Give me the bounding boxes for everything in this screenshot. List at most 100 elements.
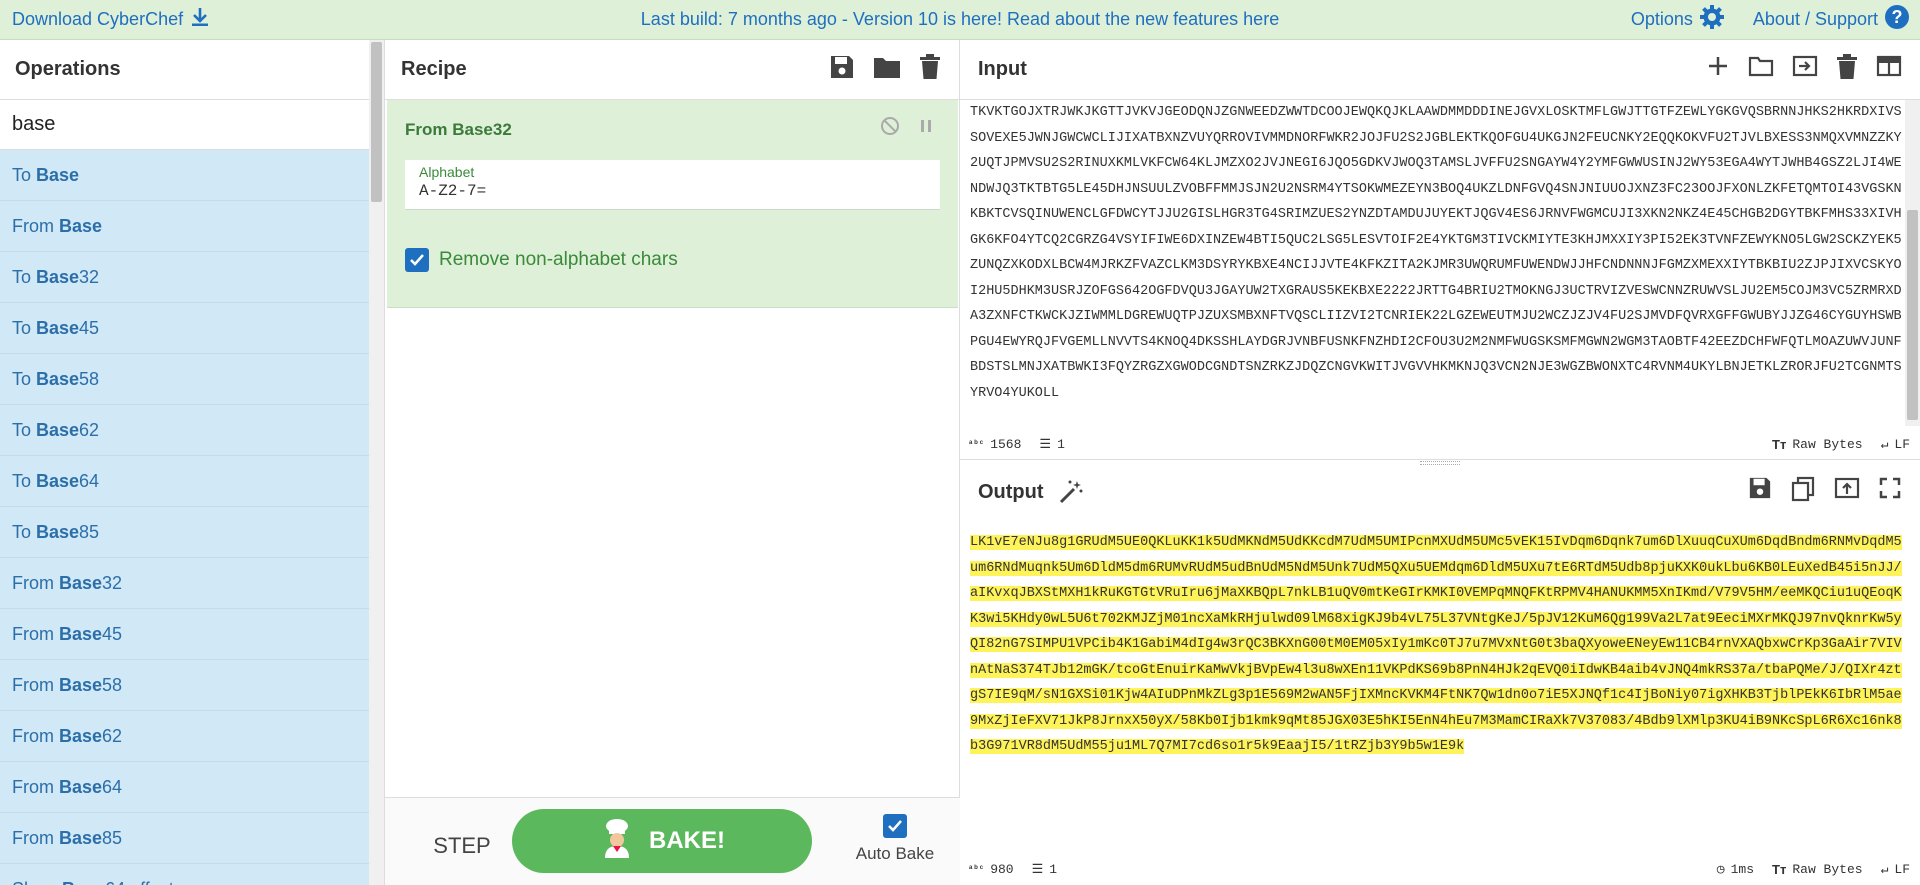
bake-time-stat: ◷ 1ms	[1717, 862, 1754, 877]
output-length: 980	[990, 861, 1014, 877]
operations-scroll-thumb[interactable]	[371, 42, 382, 202]
checkbox-checked-icon[interactable]	[405, 248, 429, 272]
operation-list-item[interactable]: To Base 64	[0, 456, 370, 507]
operation-prefix: To	[12, 317, 37, 338]
remove-non-alphabet-checkbox[interactable]: Remove non-alphabet chars	[405, 248, 678, 272]
clear-recipe-icon[interactable]	[919, 54, 941, 86]
operation-match: Base	[36, 521, 80, 542]
operations-scrollbar[interactable]	[369, 40, 384, 885]
output-text[interactable]: LK1vE7eNJu8g1GRUdM5UE0QKLuKK1k5UdMKNdM5U…	[970, 530, 1905, 786]
magic-wand-icon[interactable]	[1058, 479, 1084, 505]
save-recipe-icon[interactable]	[829, 54, 855, 86]
operation-suffix: 32	[79, 266, 100, 287]
operation-prefix: To	[12, 470, 37, 491]
operation-list-item[interactable]: From Base 62	[0, 711, 370, 762]
operation-list-item[interactable]: From Base 64	[0, 762, 370, 813]
output-eol-button[interactable]: ↵ LF	[1881, 862, 1910, 877]
recipe-operation-from-base32[interactable]: From Base32 Alphabet A-Z2-7= Remove non-…	[387, 100, 958, 308]
operation-prefix: From	[12, 674, 59, 695]
load-recipe-icon[interactable]	[873, 54, 901, 86]
operations-search-input[interactable]: base	[0, 100, 384, 150]
return-icon: ↵	[1880, 436, 1889, 452]
output-time: 1ms	[1730, 861, 1755, 877]
lines-icon: ☰	[1031, 861, 1044, 877]
add-tab-icon[interactable]	[1706, 54, 1730, 86]
operation-prefix: From	[12, 215, 59, 236]
alphabet-field[interactable]: Alphabet A-Z2-7=	[405, 160, 940, 210]
text-size-icon: Tт	[1772, 436, 1787, 452]
output-lines: 1	[1049, 861, 1058, 877]
operations-list: To Base From Base To Base 32 To Base 45 To Bas…	[0, 150, 370, 885]
auto-bake-toggle[interactable]: Auto Bake	[850, 814, 940, 864]
operation-list-item[interactable]: To Base 62	[0, 405, 370, 456]
open-file-icon[interactable]	[1792, 54, 1818, 86]
operation-suffix: 58	[102, 674, 123, 695]
open-folder-icon[interactable]	[1748, 54, 1774, 86]
operation-list-item[interactable]: From Base	[0, 201, 370, 252]
input-scrollbar[interactable]	[1905, 100, 1920, 426]
operation-prefix: To	[12, 164, 37, 185]
help-icon: ?	[1884, 4, 1910, 35]
operation-suffix: 45	[102, 623, 123, 644]
checkbox-checked-icon[interactable]	[883, 814, 907, 838]
input-lines: 1	[1057, 436, 1065, 452]
operation-list-item[interactable]: From Base 32	[0, 558, 370, 609]
operation-list-item[interactable]: To Base 45	[0, 303, 370, 354]
output-encoding-button[interactable]: Tт Raw Bytes	[1772, 862, 1863, 877]
output-title: Output	[978, 480, 1044, 503]
input-textarea[interactable]: TKVKTGOJXTRJWKJKGTTJVKVJGEODQNJZGNWEEDZW…	[970, 100, 1905, 426]
disable-operation-icon[interactable]	[880, 116, 900, 141]
recipe-panel: Recipe From Base32 Alphabet A-Z2-7= Remo…	[385, 40, 960, 885]
operation-list-item[interactable]: Show Base64 offsets	[0, 864, 370, 885]
input-scroll-thumb[interactable]	[1907, 210, 1918, 420]
auto-bake-label: Auto Bake	[855, 844, 935, 863]
operation-suffix: 62	[79, 419, 100, 440]
operation-list-item[interactable]: From Base 58	[0, 660, 370, 711]
input-encoding-button[interactable]: Tт Raw Bytes	[1772, 437, 1863, 452]
operation-prefix: To	[12, 521, 37, 542]
svg-text:?: ?	[1892, 7, 1903, 27]
operation-prefix: To	[12, 266, 37, 287]
output-status-bar: ᵃᵇᶜ 980 ☰ 1 ◷ 1ms Tт Raw Bytes ↵ LF	[960, 853, 1920, 885]
about-support-button[interactable]: About / Support ?	[1753, 4, 1910, 35]
maximize-icon[interactable]	[1878, 476, 1902, 508]
operation-match: Base	[59, 725, 103, 746]
pause-breakpoint-icon[interactable]	[918, 116, 934, 141]
operation-match: Base	[59, 572, 103, 593]
operation-list-item[interactable]: To Base 85	[0, 507, 370, 558]
copy-output-icon[interactable]	[1790, 476, 1816, 508]
operation-list-item[interactable]: To Base 58	[0, 354, 370, 405]
recipe-footer: STEP BAKE! Auto Bake	[385, 797, 960, 885]
build-notice-link[interactable]: Last build: 7 months ago - Version 10 is…	[641, 9, 1279, 29]
operation-match: Base	[36, 266, 80, 287]
bake-button[interactable]: BAKE!	[512, 809, 812, 873]
operation-list-item[interactable]: From Base 85	[0, 813, 370, 864]
operation-list-item[interactable]: From Base 45	[0, 609, 370, 660]
operation-match: Base	[59, 776, 103, 797]
output-eol: LF	[1894, 861, 1910, 877]
options-label: Options	[1630, 9, 1693, 29]
clear-input-icon[interactable]	[1836, 54, 1858, 86]
operation-prefix: From	[12, 725, 59, 746]
save-output-icon[interactable]	[1748, 476, 1772, 508]
options-button[interactable]: Options	[1631, 4, 1725, 35]
operations-title: Operations	[0, 40, 384, 100]
input-eol-button[interactable]: ↵ LF	[1881, 437, 1910, 452]
abc-icon: ᵃᵇᶜ	[968, 864, 985, 874]
output-highlight: LK1vE7eNJu8g1GRUdM5UE0QKLuKK1k5UdMKNdM5U…	[970, 535, 1902, 754]
operation-list-item[interactable]: To Base	[0, 150, 370, 201]
download-label: Download CyberChef	[12, 9, 184, 29]
operation-prefix: To	[12, 419, 37, 440]
alphabet-value[interactable]: A-Z2-7=	[419, 182, 926, 200]
operation-match: Base	[59, 827, 103, 848]
operation-list-item[interactable]: To Base 32	[0, 252, 370, 303]
operation-prefix: From	[12, 623, 59, 644]
download-link[interactable]: Download CyberChef	[12, 7, 209, 32]
operation-match: Base	[36, 164, 80, 185]
step-button[interactable]: STEP	[417, 826, 507, 866]
layout-icon[interactable]	[1876, 54, 1902, 86]
top-banner: Download CyberChef Last build: 7 months …	[0, 0, 1920, 40]
operation-match: Base	[62, 879, 105, 885]
replace-input-icon[interactable]	[1834, 476, 1860, 508]
output-encoding: Raw Bytes	[1792, 861, 1863, 877]
